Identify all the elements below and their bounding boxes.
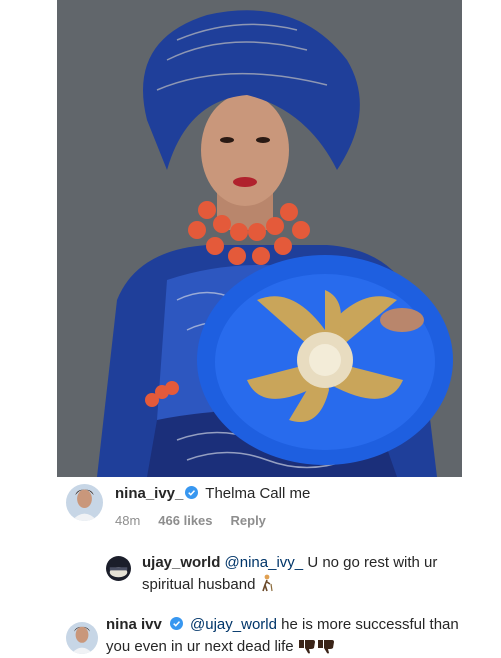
verified-badge-icon [185,486,199,499]
comment-mention[interactable]: @nina_ivy_ [225,554,304,571]
comment-nina-ivy: nina_ivy_ Thelma Call me 48m 466 likes R… [66,484,466,530]
avatar[interactable] [106,556,131,581]
comment-username[interactable]: ujay_world [142,554,220,571]
comment-username[interactable]: nina ivv [106,616,162,633]
comment-username[interactable]: nina_ivy_ [115,485,183,502]
avatar-image [66,622,98,654]
comment-ujay-world: ujay_world @nina_ivy_ U no go rest with … [106,552,486,599]
avatar-image [66,484,103,521]
comment-meta: 48m 466 likes Reply [115,511,310,530]
portrait-illustration [57,0,462,477]
avatar[interactable] [66,484,103,521]
avatar[interactable] [66,622,98,654]
comment-mention[interactable]: @ujay_world [190,616,277,633]
comment-likes[interactable]: 466 likes [158,511,212,530]
person-walking-with-cane-emoji [260,574,274,599]
thumbs-down-emoji [298,638,336,658]
reply-button[interactable]: Reply [231,511,266,530]
verified-badge-icon [169,617,183,630]
comment-time: 48m [115,513,141,528]
post-image[interactable] [57,0,462,477]
avatar-image [106,556,131,581]
comment-text: Thelma Call me [205,485,311,502]
comment-nina-ivv: nina ivv @ujay_world he is more successf… [66,614,486,658]
